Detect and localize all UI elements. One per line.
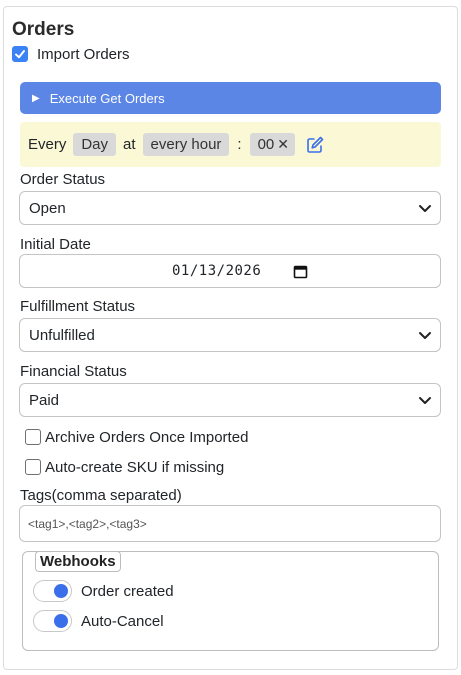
archive-orders-checkbox[interactable]: [25, 429, 41, 445]
auto-create-sku-label: Auto-create SKU if missing: [45, 459, 225, 476]
chevron-down-icon: [419, 205, 431, 212]
auto-create-sku-checkbox[interactable]: [25, 459, 41, 475]
import-orders-checkbox[interactable]: [12, 46, 28, 62]
initial-date-value: 01/13/2026: [172, 263, 262, 279]
financial-status-label: Financial Status: [20, 363, 127, 380]
import-orders-label: Import Orders: [37, 46, 130, 63]
minute-select[interactable]: 00 ✕: [249, 133, 296, 156]
fulfillment-status-select[interactable]: Unfulfilled: [19, 318, 441, 352]
auto-cancel-toggle[interactable]: [33, 610, 72, 632]
pencil-square-icon[interactable]: [305, 135, 325, 155]
auto-cancel-label: Auto-Cancel: [81, 613, 164, 630]
execute-get-orders-button[interactable]: ▶ Execute Get Orders: [20, 82, 441, 114]
initial-date-label: Initial Date: [20, 236, 91, 253]
order-status-value: Open: [29, 199, 66, 217]
page-title: Orders: [12, 19, 75, 40]
order-status-label: Order Status: [20, 171, 106, 188]
tags-value: <tag1>,<tag2>,<tag3>: [28, 517, 147, 531]
financial-status-value: Paid: [29, 391, 60, 409]
chevron-down-icon: [419, 397, 431, 404]
tags-label: Tags(comma separated): [20, 487, 182, 504]
financial-status-select[interactable]: Paid: [19, 383, 441, 417]
fulfillment-status-label: Fulfillment Status: [20, 298, 136, 315]
toggle-knob: [54, 584, 68, 598]
webhooks-legend: Webhooks: [35, 551, 121, 572]
order-status-select[interactable]: Open: [19, 191, 441, 225]
tags-input[interactable]: <tag1>,<tag2>,<tag3>: [19, 505, 441, 542]
execute-button-label: Execute Get Orders: [49, 90, 165, 106]
calendar-icon[interactable]: [293, 264, 308, 279]
initial-date-input[interactable]: 01/13/2026: [19, 254, 441, 288]
order-created-toggle[interactable]: [33, 580, 72, 602]
schedule-every-text: Every: [28, 136, 67, 153]
checkmark-icon: [15, 50, 25, 59]
hour-select[interactable]: every hour: [142, 133, 230, 156]
minute-value: 00: [257, 136, 275, 153]
fulfillment-status-value: Unfulfilled: [29, 326, 95, 344]
schedule-at-text: at: [123, 136, 136, 153]
order-created-label: Order created: [81, 583, 174, 600]
schedule-row: Every Day at every hour : 00 ✕: [20, 122, 441, 167]
chevron-down-icon: [419, 332, 431, 339]
frequency-select[interactable]: Day: [73, 133, 117, 156]
clear-minute-icon[interactable]: ✕: [277, 136, 289, 153]
schedule-colon: :: [237, 136, 242, 153]
archive-orders-label: Archive Orders Once Imported: [45, 429, 249, 446]
play-icon: ▶: [32, 92, 40, 104]
toggle-knob: [54, 614, 68, 628]
